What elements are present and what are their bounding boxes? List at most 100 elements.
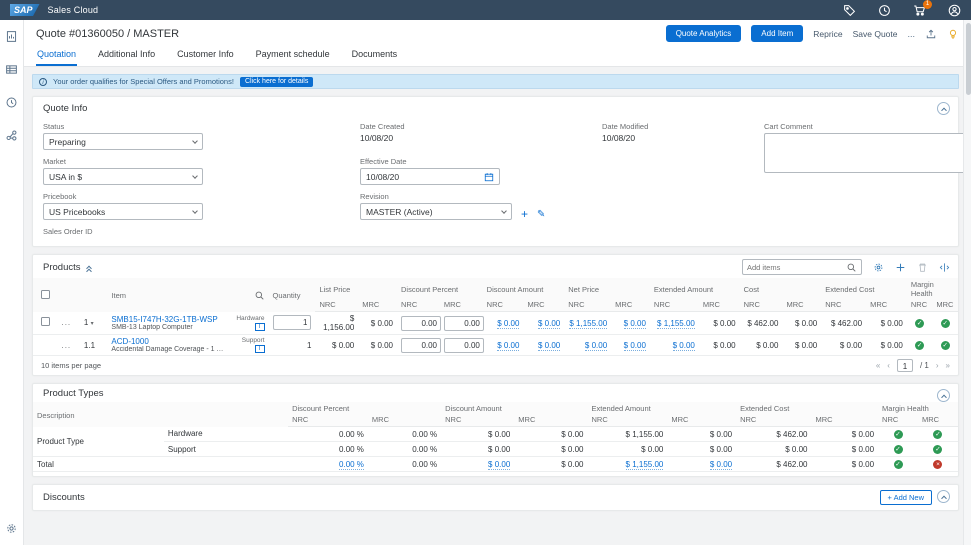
quantity-input[interactable] [273,315,311,330]
row-more-button[interactable]: ... [61,318,71,327]
history-icon[interactable] [5,96,18,109]
collapse-discounts-button[interactable] [937,490,950,503]
last-page-button[interactable]: » [946,361,950,370]
save-quote-button[interactable]: Save Quote [853,29,898,39]
export-icon[interactable] [925,28,937,40]
row-more-button[interactable]: ... [61,341,71,350]
revision-select[interactable]: MASTER (Active) [360,203,512,220]
extended-amount-nrc-link[interactable]: $ 0.00 [673,341,695,351]
col-group-margin-health: Margin Health [907,278,958,298]
previous-page-button[interactable]: ‹ [887,361,890,370]
collapse-product-types-button[interactable] [937,389,950,402]
table-settings-gear-icon[interactable] [873,262,884,273]
delete-rows-trash-icon[interactable] [917,262,928,273]
pricebook-select[interactable]: US Pricebooks [43,203,203,220]
col-description: Description [33,402,288,427]
add-new-discount-button[interactable]: + Add New [880,490,932,505]
settings-gear-icon[interactable] [5,522,18,535]
more-actions-button[interactable]: ... [907,29,915,39]
table-list-icon[interactable] [5,63,18,76]
col-group-discount-percent: Discount Percent [397,278,483,298]
product-code-link[interactable]: ACD-1000 [111,337,226,346]
discount-amount-nrc-link[interactable]: $ 0.00 [497,319,519,329]
col-group-net-price: Net Price [564,278,650,298]
revision-label: Revision [360,192,512,201]
calendar-icon[interactable] [484,172,494,182]
tab-quotation[interactable]: Quotation [36,49,77,66]
collapse-all-rows-icon[interactable] [87,265,91,272]
net-price-nrc-link[interactable]: $ 0.00 [585,341,607,351]
total-extended-amount-nrc-link[interactable]: $ 1,155.00 [626,460,664,470]
subcol-mrc: MRC [918,413,958,427]
subcol-mrc: MRC [699,298,740,312]
next-page-button[interactable]: › [936,361,939,370]
items-per-page[interactable]: 10 items per page [41,361,101,370]
discount-percent-nrc-input[interactable] [401,316,441,331]
suggestions-lightbulb-icon[interactable] [947,28,959,40]
connections-icon[interactable] [5,129,18,142]
price-tag-icon[interactable] [843,4,856,17]
vertical-scrollbar[interactable] [963,20,971,545]
add-items-search[interactable] [742,259,862,275]
row-checkbox[interactable] [41,317,50,326]
quote-document-icon[interactable] [5,30,18,43]
product-type-label: Hardware [236,315,264,322]
account-icon[interactable] [948,4,961,17]
discount-amount-mrc-link[interactable]: $ 0.00 [538,341,560,351]
add-revision-icon[interactable]: + [521,208,528,220]
quote-analytics-button[interactable]: Quote Analytics [666,25,742,42]
product-code-link[interactable]: SMB15-I747H-32G-1TB-WSP [111,315,226,324]
cart-comment-input[interactable] [764,133,971,173]
expand-row-icon[interactable]: ▾ [91,321,94,327]
margin-health-ok-icon: ✓ [933,445,942,454]
total-extended-amount-mrc-link[interactable]: $ 0.00 [710,460,732,470]
item-search-icon[interactable] [254,290,265,301]
extended-amount-nrc-link[interactable]: $ 1,155.00 [657,319,695,329]
add-item-button[interactable]: Add Item [751,25,803,42]
total-discount-percent-nrc-link[interactable]: 0.00 % [339,460,364,470]
select-all-checkbox[interactable] [41,290,50,299]
page-header: Quote #01360050 / MASTER Quote Analytics… [24,20,971,67]
effective-date-input[interactable]: 10/08/20 [360,168,500,185]
total-discount-amount-nrc-link[interactable]: $ 0.00 [488,460,510,470]
net-price-nrc-link[interactable]: $ 1,155.00 [569,319,607,329]
collapse-quote-info-button[interactable] [937,102,950,115]
date-created-value: 10/08/20 [360,133,590,143]
tab-customer-info[interactable]: Customer Info [176,49,235,66]
discount-amount-mrc-link[interactable]: $ 0.00 [538,319,560,329]
tab-documents[interactable]: Documents [351,49,399,66]
status-select[interactable]: Preparing [43,133,203,150]
add-items-search-input[interactable] [747,263,846,272]
reprice-button[interactable]: Reprice [813,29,842,39]
product-tag-icon[interactable]: T [255,345,265,353]
list-price-nrc: $ 1,156.00 [315,312,358,335]
discount-amount-nrc-link[interactable]: $ 0.00 [497,341,519,351]
first-page-button[interactable]: « [876,361,880,370]
history-clock-icon[interactable] [878,4,891,17]
tab-payment-schedule[interactable]: Payment schedule [255,49,331,66]
search-icon[interactable] [846,262,857,273]
page-title: Quote #01360050 / MASTER [36,28,179,40]
product-types-section: Product Types Description Discount Perce… [32,383,959,477]
extended-cost-mrc: $ 0.00 [812,442,879,457]
pagination: « ‹ 1 / 1 › » [876,359,950,372]
current-page-input[interactable]: 1 [897,359,913,372]
resize-columns-icon[interactable] [939,262,950,273]
cart-icon[interactable]: 1 [913,4,926,17]
discount-percent-nrc-input[interactable] [401,338,441,353]
effective-date-label: Effective Date [360,157,752,166]
promotion-banner-text: Your order qualifies for Special Offers … [53,77,234,86]
edit-revision-icon[interactable]: ✎ [537,210,545,220]
margin-health-ok-icon: ✓ [941,341,950,350]
tab-additional-info[interactable]: Additional Info [97,49,156,66]
net-price-mrc-link[interactable]: $ 0.00 [624,319,646,329]
add-row-plus-icon[interactable] [895,262,906,273]
scrollbar-thumb[interactable] [966,23,971,95]
net-price-mrc-link[interactable]: $ 0.00 [624,341,646,351]
info-icon: i [39,78,47,86]
product-tag-icon[interactable]: T [255,323,265,331]
discount-percent-mrc-input[interactable] [444,338,484,353]
discount-percent-mrc-input[interactable] [444,316,484,331]
promotion-details-button[interactable]: Click here for details [240,77,313,87]
market-select[interactable]: USA in $ [43,168,203,185]
